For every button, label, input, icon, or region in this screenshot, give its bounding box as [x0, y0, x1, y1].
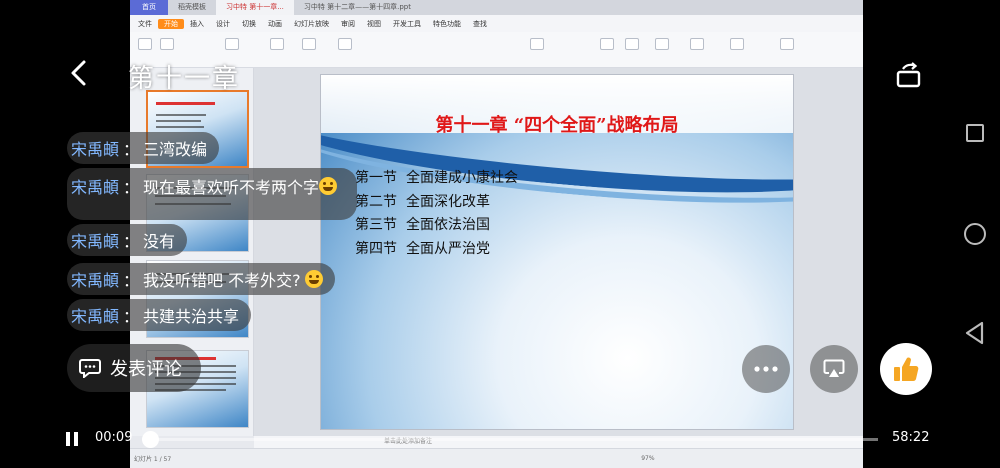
cast-button[interactable]: [810, 345, 858, 393]
chat-message: 宋禹頔：共建共治共享: [67, 299, 252, 331]
chat-text: 共建共治共享: [143, 307, 240, 326]
wps-tab-bar: 首页 稻壳模板 习中特 第十一章... 习中特 第十二章——第十四章.ppt: [130, 0, 863, 15]
time-total: 58:22: [892, 430, 930, 445]
wps-menu-item: 查找: [473, 19, 487, 28]
time-current: 00:09: [95, 430, 133, 445]
wps-tab-home: 首页: [130, 0, 168, 15]
slide-title: 第十一章 “四个全面”战略布局: [435, 115, 679, 136]
ribbon-icon: [655, 38, 669, 50]
like-button[interactable]: [880, 343, 932, 395]
wps-menu-item: 特色功能: [433, 19, 461, 28]
ribbon-icon: [530, 38, 544, 50]
thumbs-up-icon: [894, 357, 919, 382]
section-item: 第一节 全面建成小康社会: [355, 170, 518, 186]
post-comment-button[interactable]: 发表评论: [67, 344, 201, 392]
seek-thumb[interactable]: [141, 431, 159, 448]
grin-emoji-icon: [304, 270, 323, 288]
ribbon-icon: [338, 38, 352, 50]
wps-tab-templates: 稻壳模板: [178, 3, 206, 11]
chat-text: 没有: [143, 232, 176, 251]
back-arrow-icon: [71, 60, 86, 86]
more-icon: [754, 366, 778, 372]
ribbon-icon: [625, 38, 639, 50]
ribbon-icon: [730, 38, 744, 50]
home-button[interactable]: [964, 223, 986, 245]
chat-username: 宋禹頔: [71, 271, 120, 290]
wps-menu-item: 审阅: [341, 19, 355, 28]
section-item: 第二节 全面深化改革: [355, 193, 490, 210]
chat-username: 宋禹頔: [71, 307, 120, 326]
player-controls: 00:09 58:22: [0, 420, 1000, 460]
ribbon-icon: [138, 38, 152, 50]
ribbon-icon: [690, 38, 704, 50]
section-item: 第三节 全面依法治国: [355, 217, 490, 233]
laughing-emoji-icon: [319, 177, 338, 195]
slide-section-list: 第一节 全面建成小康社会 第二节 全面深化改革 第三节 全面依法治国 第四节 全面从严治…: [355, 167, 518, 261]
wps-menu-bar: 文件 开始 插入 设计 切换 动画 幻灯片放映 审阅 视图 开发工具 特色功能 …: [130, 15, 863, 32]
pause-icon[interactable]: [66, 432, 78, 446]
chat-text: 现在最喜欢听不考两个字: [143, 178, 320, 197]
system-back-icon[interactable]: [964, 321, 986, 345]
rotate-button[interactable]: [895, 60, 923, 90]
comment-icon: [79, 359, 101, 378]
slide[interactable]: 第十一章 “四个全面”战略布局 第一节 全面建成小康社会 第二节 全面深化改革 第三…: [320, 74, 794, 430]
wps-menu-item: 幻灯片放映: [294, 19, 329, 28]
cast-icon: [823, 359, 845, 377]
seek-bar[interactable]: [141, 431, 878, 448]
ribbon-icon: [600, 38, 614, 50]
wps-menu-item-active: 开始: [158, 18, 184, 29]
wps-menu-item: 文件: [138, 19, 152, 28]
wps-menu-item: 开发工具: [393, 19, 421, 28]
chat-username: 宋禹頔: [71, 140, 120, 159]
chat-text: 三湾改编: [143, 140, 208, 159]
ribbon-icon: [302, 38, 316, 50]
ribbon-icon: [225, 38, 239, 50]
chat-message: 宋禹頔：没有: [67, 224, 188, 256]
ribbon-icon: [270, 38, 284, 50]
rotate-icon: [896, 62, 921, 88]
wps-tab-doc1: 习中特 第十一章...: [216, 0, 294, 15]
wps-menu-item: 插入: [190, 19, 204, 28]
back-button[interactable]: [66, 58, 96, 92]
wps-tab-doc2: 习中特 第十二章——第十四章.ppt: [303, 3, 411, 11]
wps-menu-item: 设计: [216, 19, 230, 28]
video-title: 第十一章: [128, 64, 241, 94]
section-item: 第四节 全面从严治党: [355, 240, 490, 257]
wps-menu-item: 动画: [268, 19, 282, 28]
chat-text: 我没听错吧 不考外交?: [143, 271, 301, 290]
chat-message: 宋禹頔：三湾改编: [67, 132, 220, 164]
comment-label: 发表评论: [110, 359, 182, 380]
chat-username: 宋禹頔: [71, 232, 120, 251]
chat-message: 宋禹頔：现在最喜欢听不考两个字: [67, 168, 357, 220]
ribbon-icon: [160, 38, 174, 50]
chat-message: 宋禹頔：我没听错吧 不考外交?: [67, 263, 335, 295]
wps-menu-item: 切换: [242, 19, 256, 28]
recent-apps-button[interactable]: [966, 124, 984, 142]
ribbon-icon: [780, 38, 794, 50]
chat-username: 宋禹頔: [71, 178, 120, 197]
wps-menu-item: 视图: [367, 19, 381, 28]
more-button[interactable]: [742, 345, 790, 393]
